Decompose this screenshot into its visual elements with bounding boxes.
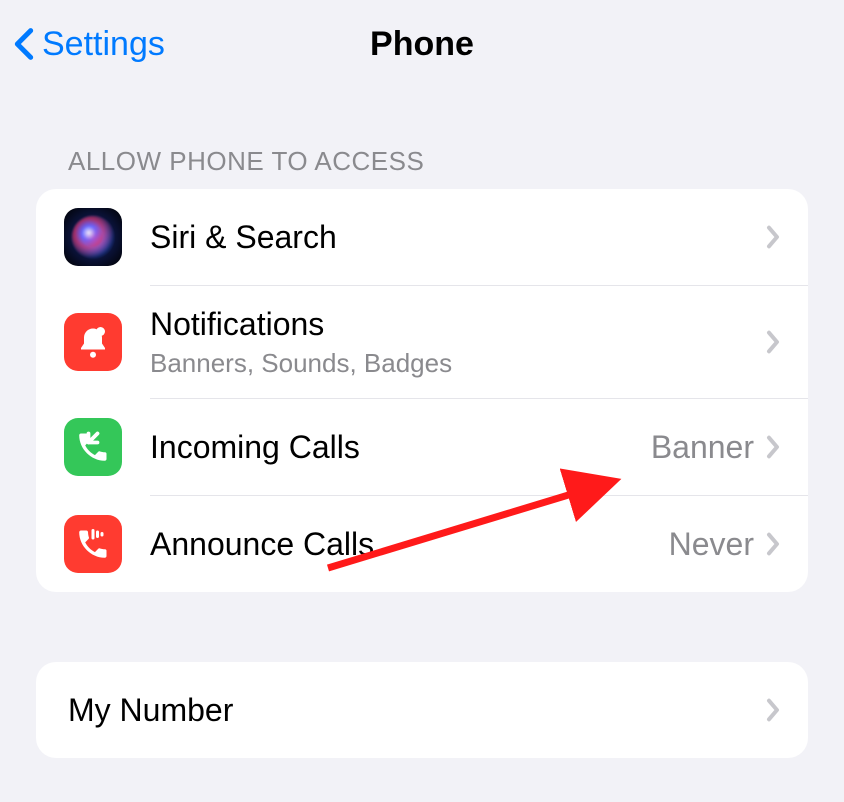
siri-icon	[64, 208, 122, 266]
section-header: ALLOW PHONE TO ACCESS	[36, 146, 808, 177]
chevron-right-icon	[766, 532, 780, 556]
chevron-right-icon	[766, 330, 780, 354]
row-notifications[interactable]: Notifications Banners, Sounds, Badges	[36, 286, 808, 398]
section-my-number: My Number	[36, 662, 808, 758]
back-button[interactable]: Settings	[12, 24, 165, 64]
back-label: Settings	[42, 25, 165, 64]
row-announce-calls[interactable]: Announce Calls Never	[36, 496, 808, 592]
row-my-number[interactable]: My Number	[36, 662, 808, 758]
row-value: Never	[669, 526, 754, 563]
section-allow-access: ALLOW PHONE TO ACCESS Siri & Search Noti…	[36, 146, 808, 592]
row-label: Notifications	[150, 305, 766, 343]
row-label: Announce Calls	[150, 525, 669, 563]
page-title: Phone	[370, 25, 474, 64]
row-label: Siri & Search	[150, 218, 766, 256]
chevron-left-icon	[12, 24, 36, 64]
notifications-icon	[64, 313, 122, 371]
row-value: Banner	[651, 429, 754, 466]
row-label: Incoming Calls	[150, 428, 651, 466]
row-sublabel: Banners, Sounds, Badges	[150, 348, 766, 379]
row-incoming-calls[interactable]: Incoming Calls Banner	[36, 399, 808, 495]
row-label: My Number	[68, 691, 766, 729]
settings-group: My Number	[36, 662, 808, 758]
chevron-right-icon	[766, 698, 780, 722]
chevron-right-icon	[766, 435, 780, 459]
announce-calls-icon	[64, 515, 122, 573]
incoming-call-icon	[64, 418, 122, 476]
row-siri-search[interactable]: Siri & Search	[36, 189, 808, 285]
settings-group: Siri & Search Notifications Banners, Sou…	[36, 189, 808, 592]
chevron-right-icon	[766, 225, 780, 249]
navigation-bar: Settings Phone	[0, 0, 844, 88]
